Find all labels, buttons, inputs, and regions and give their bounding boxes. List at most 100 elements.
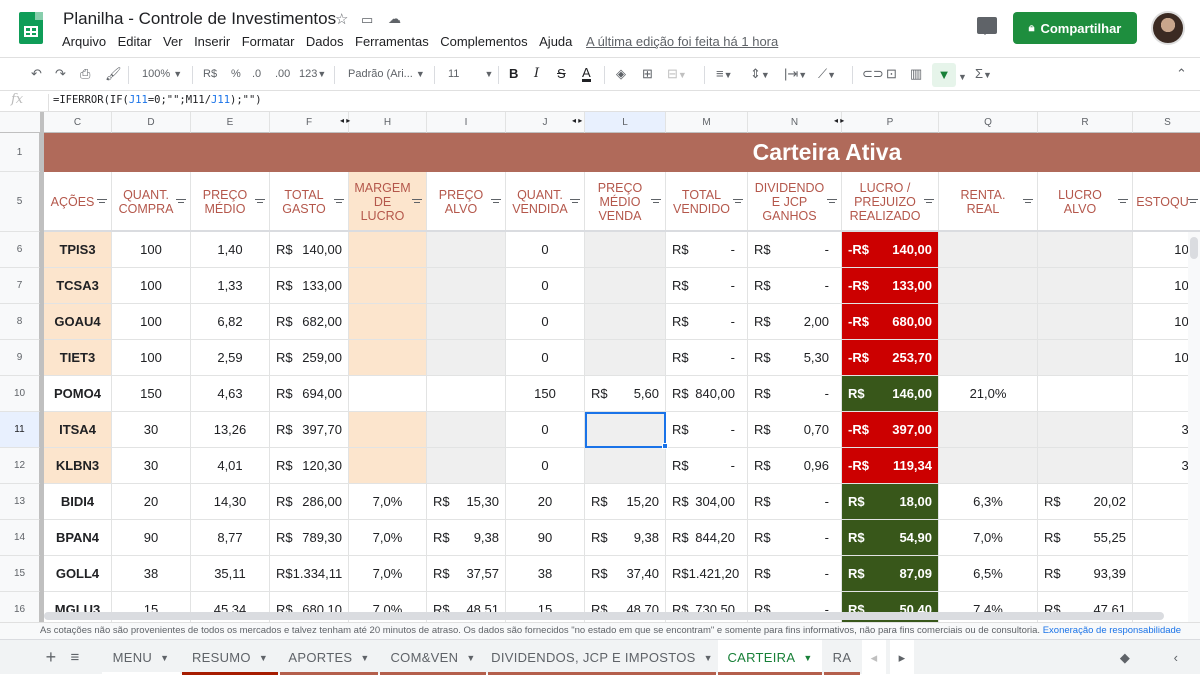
cell-qv[interactable]: 0 bbox=[506, 340, 585, 376]
functions-icon[interactable]: Σ▼ bbox=[975, 66, 992, 81]
cell-rr[interactable] bbox=[939, 412, 1038, 448]
undo-icon[interactable]: ↶ bbox=[31, 66, 42, 82]
column-header-r[interactable]: R bbox=[1038, 112, 1133, 133]
cell-ml[interactable] bbox=[349, 268, 427, 304]
cell-pa[interactable] bbox=[427, 232, 506, 268]
row-header-9[interactable]: 9 bbox=[0, 340, 40, 376]
cell-lucro[interactable]: R$ 87,09 bbox=[842, 556, 939, 592]
cell-div[interactable]: R$ - bbox=[748, 376, 842, 412]
filter-icon[interactable] bbox=[651, 198, 661, 206]
row-header-8[interactable]: 8 bbox=[0, 304, 40, 340]
cell-rr[interactable]: 7,0% bbox=[939, 520, 1038, 556]
row-header-1[interactable]: 1 bbox=[0, 133, 40, 172]
cell-lucro[interactable]: -R$ 133,00 bbox=[842, 268, 939, 304]
row-header-5[interactable]: 5 bbox=[0, 172, 40, 232]
cell-lucro[interactable]: -R$ 397,00 bbox=[842, 412, 939, 448]
row-header-12[interactable]: 12 bbox=[0, 448, 40, 484]
cell-tg[interactable]: R$ 1.334,11 bbox=[270, 556, 349, 592]
cell-ml[interactable]: 7,0% bbox=[349, 556, 427, 592]
cell-qv[interactable]: 20 bbox=[506, 484, 585, 520]
cell-tg[interactable]: R$ 397,70 bbox=[270, 412, 349, 448]
cell-ticker[interactable]: BIDI4 bbox=[44, 484, 112, 520]
cell-pmv[interactable] bbox=[585, 448, 666, 484]
cell-tv[interactable]: R$ - bbox=[666, 412, 748, 448]
cell-la[interactable] bbox=[1038, 304, 1133, 340]
cell-qv[interactable]: 38 bbox=[506, 556, 585, 592]
collapse-menus-icon[interactable]: ⌃ bbox=[1176, 66, 1187, 82]
cell-ml[interactable] bbox=[349, 304, 427, 340]
cell-pa[interactable] bbox=[427, 304, 506, 340]
cell-tg[interactable]: R$ 120,30 bbox=[270, 448, 349, 484]
cell-pmv[interactable] bbox=[585, 340, 666, 376]
cell-ml[interactable] bbox=[349, 232, 427, 268]
cell-ticker[interactable]: TCSA3 bbox=[44, 268, 112, 304]
cell-lucro[interactable]: -R$ 253,70 bbox=[842, 340, 939, 376]
cell-tv[interactable]: R$ - bbox=[666, 232, 748, 268]
cell-rr[interactable]: 6,3% bbox=[939, 484, 1038, 520]
cell-div[interactable]: R$ - bbox=[748, 268, 842, 304]
redo-icon[interactable]: ↷ bbox=[55, 66, 66, 82]
cell-pm[interactable]: 4,63 bbox=[191, 376, 270, 412]
comment-history-icon[interactable] bbox=[977, 17, 997, 35]
menu-complementos[interactable]: Complementos bbox=[440, 34, 527, 49]
column-group-toggle-icon[interactable]: ◂ ▸ bbox=[340, 116, 350, 125]
cell-ml[interactable] bbox=[349, 376, 427, 412]
font-select[interactable]: Padrão (Ari... ▼ bbox=[348, 68, 425, 80]
filter-icon[interactable] bbox=[733, 198, 743, 206]
cell-ticker[interactable]: KLBN3 bbox=[44, 448, 112, 484]
column-header-n[interactable]: N bbox=[748, 112, 842, 133]
avatar[interactable] bbox=[1151, 11, 1185, 45]
cell-tv[interactable]: R$ - bbox=[666, 268, 748, 304]
cell-lucro[interactable]: R$ 146,00 bbox=[842, 376, 939, 412]
column-header-q[interactable]: Q bbox=[939, 112, 1038, 133]
cell-pa[interactable]: R$ 9,38 bbox=[427, 520, 506, 556]
row-header-16[interactable]: 16 bbox=[0, 592, 40, 622]
cell-ml[interactable]: 7,0% bbox=[349, 484, 427, 520]
column-header-c[interactable]: C bbox=[44, 112, 112, 133]
tab-ra[interactable]: RA bbox=[824, 640, 860, 675]
tab-menu-caret-icon[interactable]: ▼ bbox=[704, 653, 713, 663]
increase-decimal-button[interactable]: .00 bbox=[275, 68, 290, 80]
cell-tg[interactable]: R$ 694,00 bbox=[270, 376, 349, 412]
cell-la[interactable] bbox=[1038, 448, 1133, 484]
column-header-f[interactable]: F bbox=[270, 112, 349, 133]
cell-qc[interactable]: 100 bbox=[112, 340, 191, 376]
cell-tg[interactable]: R$ 140,00 bbox=[270, 232, 349, 268]
cell-pm[interactable]: 4,01 bbox=[191, 448, 270, 484]
filter-icon[interactable] bbox=[412, 198, 422, 206]
column-group-toggle-icon[interactable]: ◂ ▸ bbox=[834, 116, 844, 125]
filter-icon[interactable] bbox=[334, 198, 344, 206]
menu-dados[interactable]: Dados bbox=[306, 34, 344, 49]
fill-handle[interactable] bbox=[662, 443, 668, 449]
row-header-7[interactable]: 7 bbox=[0, 268, 40, 304]
column-header-h[interactable]: H bbox=[349, 112, 427, 133]
cell-la[interactable] bbox=[1038, 232, 1133, 268]
cell-pa[interactable] bbox=[427, 448, 506, 484]
cell-qc[interactable]: 30 bbox=[112, 412, 191, 448]
cell-pa[interactable]: R$ 15,30 bbox=[427, 484, 506, 520]
cell-pmv[interactable]: R$ 9,38 bbox=[585, 520, 666, 556]
cell-ticker[interactable]: ITSA4 bbox=[44, 412, 112, 448]
column-header-s[interactable]: S bbox=[1133, 112, 1200, 133]
disclaimer-link[interactable]: Exoneração de responsabilidade bbox=[1043, 625, 1181, 636]
explore-icon[interactable]: ◆ bbox=[1112, 640, 1138, 675]
decrease-decimal-button[interactable]: .0 bbox=[252, 68, 261, 80]
cell-la[interactable]: R$ 55,25 bbox=[1038, 520, 1133, 556]
cell-pmv[interactable] bbox=[585, 268, 666, 304]
cell-div[interactable]: R$ 0,96 bbox=[748, 448, 842, 484]
cell-lucro[interactable]: -R$ 680,00 bbox=[842, 304, 939, 340]
cell-lucro[interactable]: R$ 54,90 bbox=[842, 520, 939, 556]
cell-rr[interactable] bbox=[939, 232, 1038, 268]
tab-menu-caret-icon[interactable]: ▼ bbox=[360, 653, 369, 663]
cell-qc[interactable]: 100 bbox=[112, 268, 191, 304]
column-header-p[interactable]: P bbox=[842, 112, 939, 133]
menu-ver[interactable]: Ver bbox=[163, 34, 183, 49]
cell-ticker[interactable]: TPIS3 bbox=[44, 232, 112, 268]
cell-ticker[interactable]: BPAN4 bbox=[44, 520, 112, 556]
cell-pmv[interactable] bbox=[585, 232, 666, 268]
cloud-status-icon[interactable]: ☁ bbox=[388, 11, 401, 27]
cell-rr[interactable]: 21,0% bbox=[939, 376, 1038, 412]
cell-div[interactable]: R$ 2,00 bbox=[748, 304, 842, 340]
tab-menu-caret-icon[interactable]: ▼ bbox=[466, 653, 475, 663]
cell-tv[interactable]: R$ - bbox=[666, 448, 748, 484]
